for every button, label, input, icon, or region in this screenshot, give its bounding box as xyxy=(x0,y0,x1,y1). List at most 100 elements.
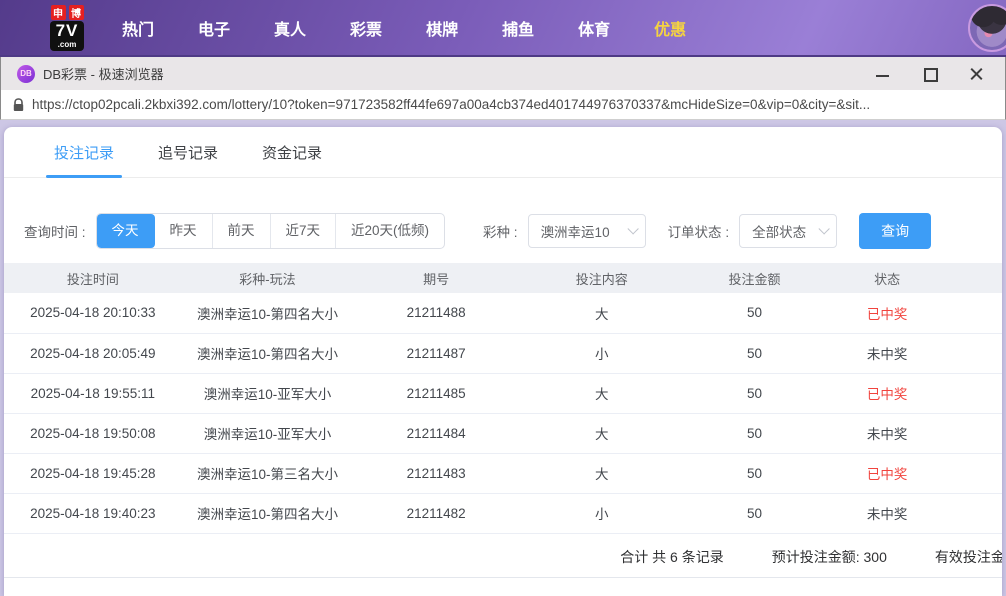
main-nav: 热门 电子 真人 彩票 棋牌 捕鱼 体育 优惠 xyxy=(122,16,730,40)
cell-game: 澳洲幸运10-亚军大小 xyxy=(182,373,354,413)
col-issue: 期号 xyxy=(353,263,519,293)
cell-time: 2025-04-18 19:55:11 xyxy=(4,373,182,413)
table-row: 2025-04-18 19:50:08 澳洲幸运10-亚军大小 21211484… xyxy=(4,413,1002,453)
cell-game: 澳洲幸运10-第三名大小 xyxy=(182,453,354,493)
chevron-down-icon xyxy=(819,223,830,234)
nav-item-promo[interactable]: 优惠 xyxy=(654,16,686,40)
time-option-7days[interactable]: 近7天 xyxy=(271,214,337,248)
cell-content: 大 xyxy=(519,413,685,453)
nav-item-slots[interactable]: 电子 xyxy=(198,16,230,40)
window-controls xyxy=(876,67,989,80)
nav-item-fishing[interactable]: 捕鱼 xyxy=(502,16,534,40)
lock-icon xyxy=(13,98,24,112)
table-row: 2025-04-18 20:10:33 澳洲幸运10-第四名大小 2121148… xyxy=(4,293,1002,333)
status-badge: 已中奖 xyxy=(824,453,950,493)
logo-badges: 申 博 xyxy=(51,5,84,20)
table-row: 2025-04-18 20:05:49 澳洲幸运10-第四名大小 2121148… xyxy=(4,333,1002,373)
logo-suffix: .com xyxy=(56,41,79,49)
time-range-group: 今天 昨天 前天 近7天 近20天(低频) xyxy=(96,213,446,249)
bet-records-table: 投注时间 彩种-玩法 期号 投注内容 投注金额 状态 2025-04-18 20… xyxy=(4,263,1002,534)
cell-issue: 21211484 xyxy=(353,413,519,453)
close-icon[interactable] xyxy=(970,67,983,80)
cell-amount: 50 xyxy=(685,333,825,373)
site-topbar: 申 博 7V .com 热门 电子 真人 彩票 棋牌 捕鱼 体育 优惠 xyxy=(0,0,1006,57)
cell-content: 大 xyxy=(519,293,685,333)
cell-game: 澳洲幸运10-第四名大小 xyxy=(182,333,354,373)
time-option-20days[interactable]: 近20天(低频) xyxy=(336,214,444,248)
cell-time: 2025-04-18 19:50:08 xyxy=(4,413,182,453)
col-spacer xyxy=(950,263,1002,293)
cell-time: 2025-04-18 19:45:28 xyxy=(4,453,182,493)
logo-box: 7V .com xyxy=(50,21,85,51)
status-badge: 未中奖 xyxy=(824,333,950,373)
lottery-type-select[interactable]: 澳洲幸运10 xyxy=(528,214,646,248)
time-filter-label: 查询时间 : xyxy=(24,221,86,241)
nav-item-cards[interactable]: 棋牌 xyxy=(426,16,458,40)
search-button[interactable]: 查询 xyxy=(859,213,931,249)
summary-bar: 合计 共 6 条记录 预计投注金额: 300 有效投注金额: 300 xyxy=(4,534,1002,577)
logo-badge-bo: 博 xyxy=(69,5,84,20)
address-bar[interactable]: https://ctop02pcali.2kbxi392.com/lottery… xyxy=(0,90,1006,120)
lottery-type-label: 彩种 : xyxy=(483,221,518,241)
url-text[interactable]: https://ctop02pcali.2kbxi392.com/lottery… xyxy=(32,97,870,112)
col-bet-amount: 投注金额 xyxy=(685,263,825,293)
summary-valid-amount: 有效投注金额: 300 xyxy=(935,547,1002,567)
logo-badge-shen: 申 xyxy=(51,5,66,20)
order-status-label: 订单状态 : xyxy=(668,221,730,241)
cell-content: 小 xyxy=(519,333,685,373)
table-header-row: 投注时间 彩种-玩法 期号 投注内容 投注金额 状态 xyxy=(4,263,1002,293)
chevron-down-icon xyxy=(627,223,638,234)
status-badge: 已中奖 xyxy=(824,293,950,333)
cell-time: 2025-04-18 20:10:33 xyxy=(4,293,182,333)
summary-expected-amount: 预计投注金额: 300 xyxy=(772,547,887,567)
order-status-select[interactable]: 全部状态 xyxy=(739,214,837,248)
logo-text: 7V xyxy=(56,21,79,40)
status-badge: 未中奖 xyxy=(824,413,950,453)
maximize-icon[interactable] xyxy=(923,67,936,80)
cell-game: 澳洲幸运10-第四名大小 xyxy=(182,493,354,533)
time-option-today[interactable]: 今天 xyxy=(97,214,155,248)
summary-total-count: 合计 共 6 条记录 xyxy=(620,547,723,567)
cell-issue: 21211487 xyxy=(353,333,519,373)
lottery-type-value: 澳洲幸运10 xyxy=(541,221,610,241)
cell-content: 小 xyxy=(519,493,685,533)
nav-item-sports[interactable]: 体育 xyxy=(578,16,610,40)
records-panel: 投注记录 追号记录 资金记录 查询时间 : 今天 昨天 前天 近7天 近20天(… xyxy=(4,127,1002,596)
record-tabs: 投注记录 追号记录 资金记录 xyxy=(4,127,1002,178)
col-bet-time: 投注时间 xyxy=(4,263,182,293)
cell-issue: 21211482 xyxy=(353,493,519,533)
cell-issue: 21211485 xyxy=(353,373,519,413)
tab-bet-records[interactable]: 投注记录 xyxy=(54,142,114,177)
status-badge: 已中奖 xyxy=(824,373,950,413)
user-avatar[interactable] xyxy=(968,4,1006,52)
cell-amount: 50 xyxy=(685,373,825,413)
col-bet-content: 投注内容 xyxy=(519,263,685,293)
filter-bar: 查询时间 : 今天 昨天 前天 近7天 近20天(低频) 彩种 : 澳洲幸运10… xyxy=(4,178,1002,263)
nav-item-hot[interactable]: 热门 xyxy=(122,16,154,40)
page-viewport: 投注记录 追号记录 资金记录 查询时间 : 今天 昨天 前天 近7天 近20天(… xyxy=(0,120,1006,596)
tab-fund-records[interactable]: 资金记录 xyxy=(262,142,322,177)
status-badge: 未中奖 xyxy=(824,493,950,533)
cell-amount: 50 xyxy=(685,453,825,493)
time-option-day-before[interactable]: 前天 xyxy=(213,214,271,248)
cell-amount: 50 xyxy=(685,413,825,453)
tab-chase-records[interactable]: 追号记录 xyxy=(158,142,218,177)
nav-item-lottery[interactable]: 彩票 xyxy=(350,16,382,40)
window-title: DB彩票 - 极速浏览器 xyxy=(43,64,876,83)
col-game-play: 彩种-玩法 xyxy=(182,263,354,293)
minimize-icon[interactable] xyxy=(876,67,889,80)
table-row: 2025-04-18 19:55:11 澳洲幸运10-亚军大小 21211485… xyxy=(4,373,1002,413)
cell-issue: 21211483 xyxy=(353,453,519,493)
time-option-yesterday[interactable]: 昨天 xyxy=(155,214,213,248)
cell-time: 2025-04-18 20:05:49 xyxy=(4,333,182,373)
browser-titlebar: DB DB彩票 - 极速浏览器 xyxy=(0,57,1006,90)
order-status-value: 全部状态 xyxy=(752,221,806,241)
nav-item-live[interactable]: 真人 xyxy=(274,16,306,40)
site-logo[interactable]: 申 博 7V .com xyxy=(38,5,96,51)
cell-game: 澳洲幸运10-第四名大小 xyxy=(182,293,354,333)
cell-content: 大 xyxy=(519,453,685,493)
cell-content: 大 xyxy=(519,373,685,413)
table-row: 2025-04-18 19:40:23 澳洲幸运10-第四名大小 2121148… xyxy=(4,493,1002,533)
cell-amount: 50 xyxy=(685,293,825,333)
cell-issue: 21211488 xyxy=(353,293,519,333)
